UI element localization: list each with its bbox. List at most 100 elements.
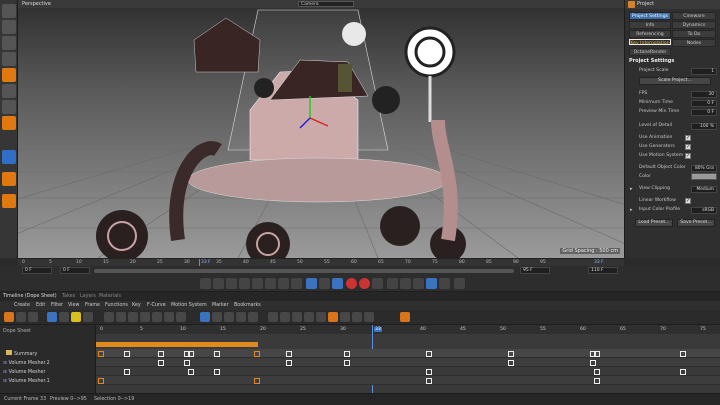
delete-key-icon[interactable] bbox=[280, 312, 290, 322]
use-animation-checkbox[interactable]: ✓ bbox=[685, 135, 691, 141]
timeline-ruler[interactable]: 0 5 10 15 20 25 30 33 F 35 40 45 50 55 6… bbox=[18, 258, 624, 267]
preview-range-bar[interactable] bbox=[96, 342, 258, 347]
snap-keys-icon[interactable] bbox=[104, 312, 114, 322]
position-key-icon[interactable] bbox=[387, 278, 398, 289]
edges-mode-icon[interactable] bbox=[2, 84, 16, 98]
fcurve-mode-icon[interactable] bbox=[16, 312, 26, 322]
param-key-icon[interactable] bbox=[426, 278, 437, 289]
loop-key-icon[interactable] bbox=[292, 312, 302, 322]
motion-mode-icon[interactable] bbox=[28, 312, 38, 322]
tab-key-interpolation[interactable]: Key Interpolation bbox=[629, 39, 671, 46]
linear-icon[interactable] bbox=[164, 312, 174, 322]
break-tangent-icon[interactable] bbox=[304, 312, 314, 322]
menu-frame[interactable]: Frame bbox=[85, 301, 100, 310]
save-preset-button[interactable]: Save Preset... bbox=[677, 219, 715, 227]
curve-weight-icon[interactable] bbox=[236, 312, 246, 322]
pla-key-icon[interactable] bbox=[439, 278, 450, 289]
viewport-title[interactable]: Perspective bbox=[22, 0, 51, 8]
autokey-icon[interactable] bbox=[359, 278, 370, 289]
link-view-icon[interactable] bbox=[47, 312, 57, 322]
camera-dropdown[interactable]: Camera bbox=[298, 1, 354, 7]
go-to-end-icon[interactable] bbox=[291, 278, 302, 289]
color-swatch[interactable] bbox=[691, 173, 717, 180]
solo-icon[interactable] bbox=[352, 312, 362, 322]
track-volume-mesher-2[interactable]: ⊞ Volume Mesher.2 bbox=[0, 359, 96, 368]
tab-takes[interactable]: Takes bbox=[62, 292, 75, 301]
expand-arrow-icon[interactable]: ▸ bbox=[630, 185, 633, 193]
menu-bookmarks[interactable]: Bookmarks bbox=[234, 301, 261, 310]
menu-fcurve[interactable]: F-Curve bbox=[147, 301, 166, 310]
scale-key-icon[interactable] bbox=[400, 278, 411, 289]
timeline-menu-icon[interactable] bbox=[454, 278, 465, 289]
snap-icon[interactable] bbox=[2, 150, 16, 164]
tab-cineware[interactable]: Cineware bbox=[672, 12, 716, 20]
tab-info[interactable]: Info bbox=[629, 21, 671, 29]
scale-project-button[interactable]: Scale Project... bbox=[639, 77, 711, 85]
bulb-icon[interactable] bbox=[71, 312, 81, 322]
undo-icon[interactable] bbox=[2, 4, 16, 18]
track-volume-mesher-1[interactable]: ⊞ Volume Mesher.1 bbox=[0, 377, 96, 386]
ease-out-icon[interactable] bbox=[152, 312, 162, 322]
ease-in-icon[interactable] bbox=[140, 312, 150, 322]
tab-project-settings[interactable]: Project Settings bbox=[629, 12, 671, 20]
next-key-icon[interactable] bbox=[278, 278, 289, 289]
ripple-icon[interactable] bbox=[116, 312, 126, 322]
record-key-icon[interactable] bbox=[268, 312, 278, 322]
default-color-dropdown[interactable]: 80% Gra bbox=[691, 164, 717, 172]
dope-frame-ruler[interactable]: 0 5 10 15 20 25 30 33 40 45 50 55 60 65 … bbox=[96, 325, 720, 334]
tab-octanerender[interactable]: OctaneRender bbox=[629, 48, 671, 56]
menu-edit[interactable]: Edit bbox=[36, 301, 45, 310]
polygons-mode-icon[interactable] bbox=[2, 100, 16, 114]
tab-referencing[interactable]: Referencing bbox=[629, 30, 671, 38]
menu-key[interactable]: Key bbox=[132, 301, 141, 310]
lock-tangent-icon[interactable] bbox=[316, 312, 326, 322]
keyframe-selection-icon[interactable] bbox=[372, 278, 383, 289]
3d-viewport[interactable]: Perspective Camera Grid Spacing : 500 cm bbox=[18, 0, 624, 258]
preview-end-field[interactable]: 95 F bbox=[520, 267, 550, 274]
fit-view-icon[interactable] bbox=[83, 312, 93, 322]
lod-field[interactable]: 100 % bbox=[691, 122, 717, 130]
next-frame-icon[interactable] bbox=[265, 278, 276, 289]
curve-break-icon[interactable] bbox=[248, 312, 258, 322]
preview-min-field[interactable]: 0 F bbox=[691, 108, 717, 116]
go-to-start-icon[interactable] bbox=[200, 278, 211, 289]
tab-timeline[interactable]: Timeline (Dope Sheet) bbox=[3, 292, 57, 301]
menu-marker[interactable]: Marker bbox=[212, 301, 229, 310]
min-time-field[interactable]: 0 F bbox=[691, 99, 717, 107]
step-icon[interactable] bbox=[176, 312, 186, 322]
start-frame-field[interactable]: 0 F bbox=[22, 267, 52, 274]
tangent-icon[interactable] bbox=[128, 312, 138, 322]
sound-icon[interactable] bbox=[319, 278, 330, 289]
use-motion-checkbox[interactable]: ✓ bbox=[685, 153, 691, 159]
dollar-icon[interactable] bbox=[2, 194, 16, 208]
play-icon[interactable] bbox=[252, 278, 263, 289]
menu-create[interactable]: Create bbox=[14, 301, 30, 310]
rotation-key-icon[interactable] bbox=[413, 278, 424, 289]
tab-todo[interactable]: To Do bbox=[672, 30, 716, 38]
key-mode-icon[interactable] bbox=[4, 312, 14, 322]
motion-record-icon[interactable] bbox=[332, 278, 343, 289]
prev-key-icon[interactable] bbox=[213, 278, 224, 289]
curve-spline-icon[interactable] bbox=[200, 312, 210, 322]
bookmark-icon[interactable] bbox=[328, 312, 338, 322]
auto-mode-icon[interactable] bbox=[59, 312, 69, 322]
menu-motion-system[interactable]: Motion System bbox=[171, 301, 207, 310]
preview-start-field[interactable]: 0 F bbox=[60, 267, 90, 274]
track-volume-mesher[interactable]: ⊞ Volume Mesher bbox=[0, 368, 96, 377]
cube-icon[interactable] bbox=[2, 20, 16, 34]
preview-range-slider[interactable] bbox=[94, 269, 514, 273]
dope-sheet-keys[interactable]: 0 5 10 15 20 25 30 33 40 45 50 55 60 65 … bbox=[96, 325, 720, 393]
menu-functions[interactable]: Functions bbox=[105, 301, 128, 310]
expand-arrow-icon-2[interactable]: ▸ bbox=[630, 206, 633, 214]
project-scale-field[interactable]: 1 bbox=[691, 67, 717, 75]
texture-icon[interactable] bbox=[2, 36, 16, 50]
tab-nodes[interactable]: Nodes bbox=[672, 39, 716, 47]
cube-orange-icon[interactable] bbox=[2, 68, 16, 82]
menu-filter[interactable]: Filter bbox=[51, 301, 63, 310]
workplane-icon[interactable] bbox=[2, 116, 16, 130]
curve-zero-icon[interactable] bbox=[224, 312, 234, 322]
input-color-dropdown[interactable]: sRGB bbox=[691, 206, 717, 214]
tab-materials[interactable]: Materials bbox=[99, 292, 121, 301]
load-preset-button[interactable]: Load Preset... bbox=[635, 219, 673, 227]
loop-icon[interactable] bbox=[306, 278, 317, 289]
